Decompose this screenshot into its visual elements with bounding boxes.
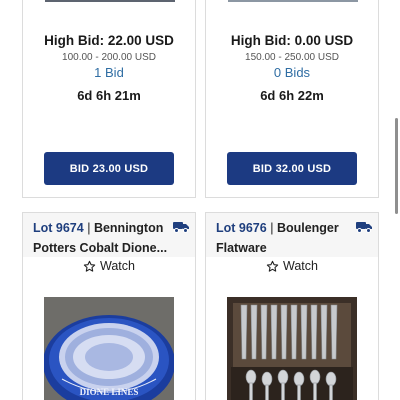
- lot-card[interactable]: High Bid: 0.00 USD 150.00 - 250.00 USD 0…: [205, 0, 379, 198]
- lot-image[interactable]: DIONE LINES: [44, 297, 174, 400]
- watch-label: Watch: [283, 259, 318, 273]
- plate-inscription: DIONE LINES: [80, 387, 139, 397]
- high-bid: High Bid: 22.00 USD: [44, 33, 174, 48]
- lot-image[interactable]: [45, 0, 175, 2]
- lot-card[interactable]: High Bid: 22.00 USD 100.00 - 200.00 USD …: [22, 0, 196, 198]
- watch-toggle[interactable]: Watch: [23, 259, 195, 273]
- lot-card[interactable]: Lot 9674 | Bennington Potters Cobalt Dio…: [22, 212, 196, 400]
- high-bid: High Bid: 0.00 USD: [230, 33, 354, 48]
- lot-title[interactable]: Potters Cobalt Dione...: [33, 238, 185, 258]
- estimate-range: 150.00 - 250.00 USD: [245, 52, 339, 63]
- lot-header[interactable]: Lot 9676 | Boulenger Flatware: [206, 213, 378, 257]
- cobalt-plate-photo: DIONE LINES: [44, 297, 174, 400]
- truck-icon: [173, 222, 189, 233]
- lot-number[interactable]: Lot 9676: [216, 221, 267, 235]
- truck-icon: [356, 222, 372, 233]
- lot-maker[interactable]: Boulenger: [277, 221, 339, 235]
- scrollbar[interactable]: [395, 118, 398, 214]
- bid-count-link[interactable]: 1 Bid: [23, 65, 195, 80]
- star-outline-icon: [266, 260, 279, 272]
- lot-image[interactable]: [227, 297, 357, 400]
- lot-header[interactable]: Lot 9674 | Bennington Potters Cobalt Dio…: [23, 213, 195, 257]
- separator: |: [87, 221, 91, 235]
- bid-count-link[interactable]: 0 Bids: [206, 65, 378, 80]
- estimate-range: 100.00 - 200.00 USD: [62, 52, 156, 63]
- lot-image[interactable]: [228, 0, 358, 2]
- flatware-photo: [227, 297, 357, 400]
- lot-number[interactable]: Lot 9674: [33, 221, 84, 235]
- time-remaining: 6d 6h 22m: [260, 88, 324, 103]
- separator: |: [270, 221, 274, 235]
- lot-maker[interactable]: Bennington: [94, 221, 163, 235]
- star-outline-icon: [83, 260, 96, 272]
- bid-button[interactable]: BID 23.00 USD: [44, 152, 174, 185]
- watch-label: Watch: [100, 259, 135, 273]
- lot-title[interactable]: Flatware: [216, 238, 368, 258]
- bid-button[interactable]: BID 32.00 USD: [227, 152, 357, 185]
- lot-card[interactable]: Lot 9676 | Boulenger Flatware Watch: [205, 212, 379, 400]
- time-remaining: 6d 6h 21m: [77, 88, 141, 103]
- watch-toggle[interactable]: Watch: [206, 259, 378, 273]
